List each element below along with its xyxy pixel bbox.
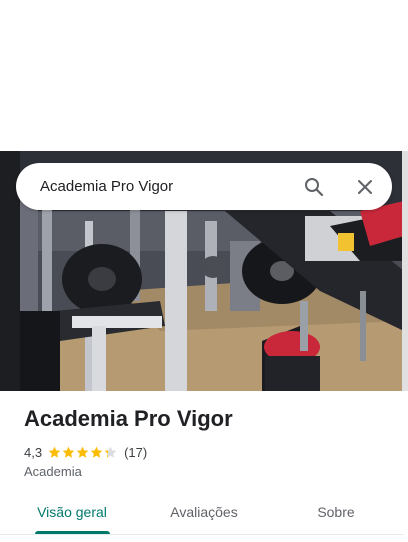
search-icon [305,178,324,197]
search-bar[interactable]: Academia Pro Vigor [16,163,392,210]
tab-about[interactable]: Sobre [296,497,376,533]
star-icon [48,446,61,458]
tabs-divider [0,534,404,535]
rating-value: 4,3 [24,444,43,460]
star-icon [104,446,117,458]
close-icon [358,180,372,194]
tab-overview[interactable]: Visão geral [24,497,120,533]
rating-row: 4,3 (17) [24,443,147,461]
star-rating [48,446,118,459]
tab-bar: Visão geral Avaliações Sobre [0,497,404,542]
close-button[interactable] [350,172,380,202]
review-count-link[interactable]: (17) [124,445,147,460]
star-icon [90,446,103,458]
scrollbar[interactable] [402,151,408,391]
star-icon [76,446,89,458]
place-category: Academia [24,464,82,479]
star-icon [62,446,75,458]
place-title: Academia Pro Vigor [24,406,233,431]
search-button[interactable] [299,172,329,202]
search-input[interactable]: Academia Pro Vigor [40,163,173,210]
place-panel: Academia Pro Vigor Academia Pro Vigor 4,… [0,0,408,542]
tab-reviews[interactable]: Avaliações [156,497,252,533]
